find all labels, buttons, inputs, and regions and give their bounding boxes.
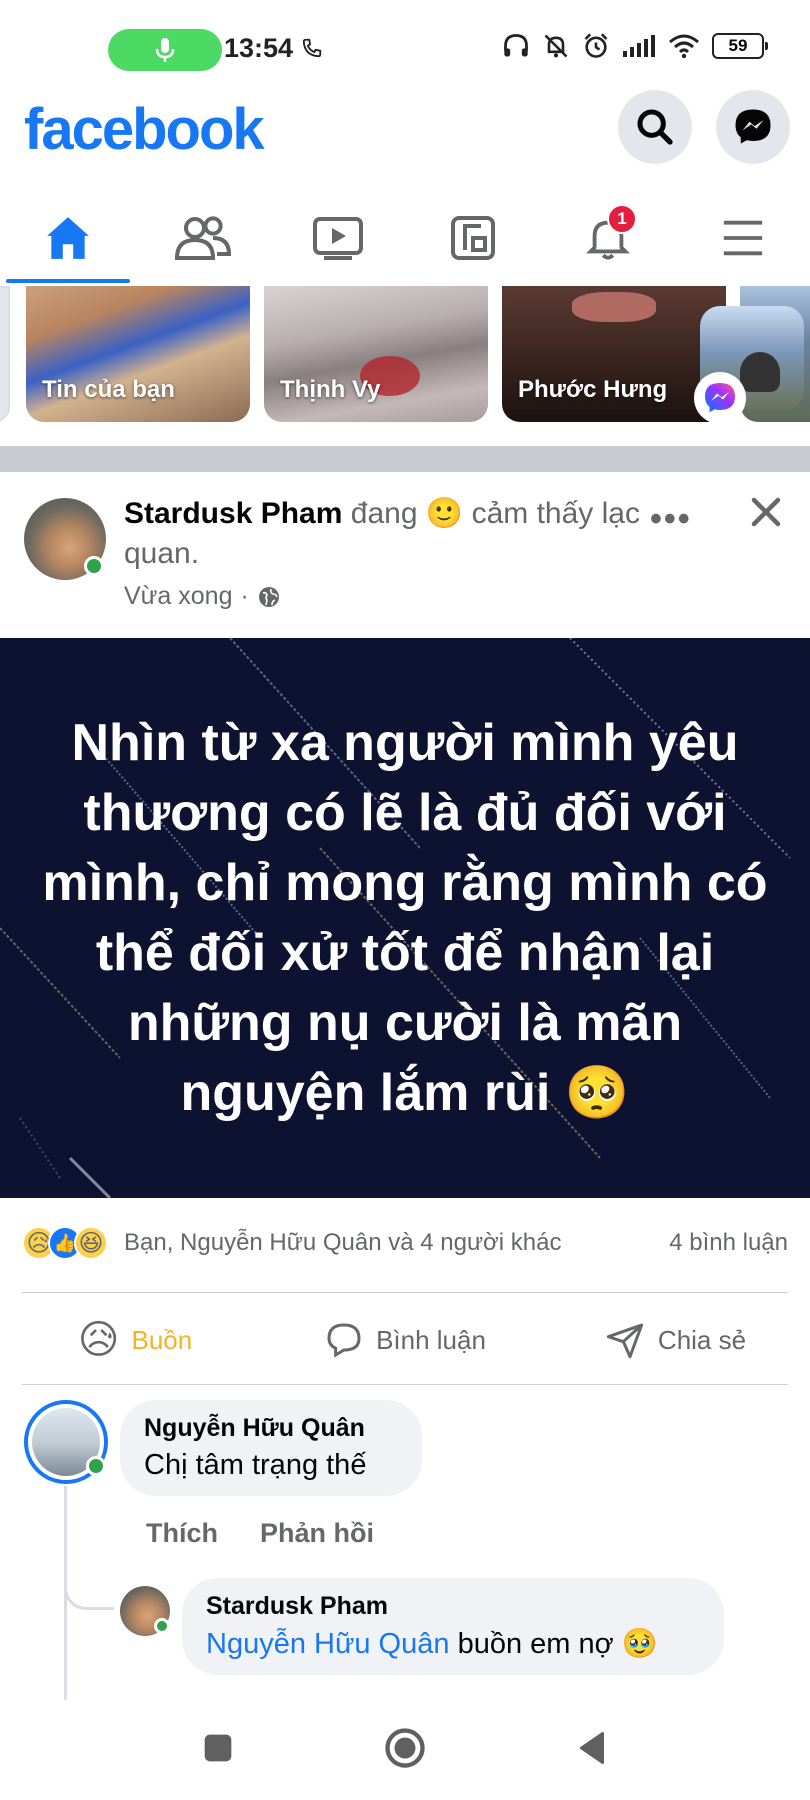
comment-button[interactable]: Bình luận: [270, 1320, 540, 1360]
back-triangle-icon: [580, 1731, 604, 1764]
post-timestamp[interactable]: Vừa xong: [124, 582, 232, 611]
search-icon: [637, 109, 673, 145]
reactions-summary[interactable]: 😥 👍 😆 Bạn, Nguyễn Hữu Quân và 4 người kh…: [22, 1226, 788, 1260]
story-card-own[interactable]: Tin của bạn: [26, 286, 250, 422]
pages-icon: [450, 216, 495, 260]
comment-actions: Thích Phản hồi: [146, 1518, 374, 1549]
sad-face-icon: 😥: [77, 1318, 120, 1362]
post-meta: Vừa xong ·: [124, 582, 281, 611]
reaction-button[interactable]: 😥 Buồn: [0, 1317, 270, 1363]
post-actions: 😥 Buồn Bình luận Chia sẻ: [0, 1300, 810, 1380]
thread-connector: [64, 1560, 114, 1610]
tab-home[interactable]: [0, 190, 135, 286]
messenger-icon: [735, 109, 771, 144]
share-icon: [606, 1323, 644, 1359]
status-bar: 13:54 59: [0, 0, 810, 96]
feeling-emoji: 🙂: [425, 497, 464, 530]
story-image-detail: [572, 292, 656, 322]
status-icons: 59: [502, 32, 768, 60]
hamburger-menu-icon: [723, 220, 762, 256]
reply-bubble[interactable]: Stardusk Pham Nguyễn Hữu Quân buồn em nợ…: [182, 1578, 724, 1675]
facebook-logo[interactable]: facebook: [24, 96, 265, 163]
post-header-text: Stardusk Pham đang 🙂 cảm thấy lạc quan.: [124, 497, 640, 570]
headphones-icon: [504, 34, 528, 57]
system-navigation-bar: [0, 1700, 810, 1800]
comment-icon: [327, 1323, 361, 1358]
alarm-icon: [584, 33, 608, 58]
circle-icon: [385, 1727, 425, 1768]
stories-tray: Tin của bạn Thịnh Vy Phước Hưng: [0, 286, 810, 446]
reaction-label: Buồn: [131, 1324, 193, 1355]
mention-link[interactable]: Nguyễn Hữu Quân: [206, 1628, 450, 1660]
tab-notifications[interactable]: 1: [540, 190, 675, 286]
comments-count[interactable]: 4 bình luận: [669, 1229, 788, 1257]
reply-comment-button[interactable]: Phản hồi: [260, 1518, 374, 1549]
hide-post-button[interactable]: [748, 494, 784, 535]
home-system-button[interactable]: [384, 1727, 426, 1774]
tab-watch[interactable]: [270, 190, 405, 286]
recent-apps-button[interactable]: [202, 1732, 234, 1769]
comment-author[interactable]: Nguyễn Hữu Quân: [144, 1414, 398, 1443]
microphone-icon: [155, 38, 175, 62]
clock: 13:54: [224, 33, 323, 64]
online-status-dot: [84, 556, 104, 576]
notification-badge: 1: [607, 204, 637, 234]
tab-friends[interactable]: [135, 190, 270, 286]
active-tab-indicator: [6, 279, 130, 283]
messenger-button[interactable]: [716, 90, 790, 164]
call-icon: [302, 38, 321, 58]
tab-menu[interactable]: [675, 190, 810, 286]
story-card-partial[interactable]: [0, 286, 10, 422]
friends-icon: [174, 216, 231, 260]
mute-bell-icon: [544, 34, 568, 58]
like-comment-button[interactable]: Thích: [146, 1518, 218, 1549]
feed-separator: [0, 446, 810, 472]
divider: [22, 1384, 788, 1385]
more-options-icon: •••: [650, 500, 692, 538]
share-button[interactable]: Chia sẻ: [540, 1320, 810, 1360]
post-author-name[interactable]: Stardusk Pham: [124, 497, 342, 530]
more-options-button[interactable]: •••: [650, 500, 692, 539]
comment-bubble[interactable]: Nguyễn Hữu Quân Chị tâm trạng thế: [120, 1400, 422, 1496]
signal-icon: [623, 35, 655, 57]
mic-recording-pill[interactable]: [108, 29, 222, 71]
story-card-thinh-vy[interactable]: Thịnh Vy: [264, 286, 488, 422]
search-button[interactable]: [618, 90, 692, 164]
back-button[interactable]: [576, 1730, 608, 1771]
messenger-story-badge[interactable]: [694, 372, 746, 424]
square-icon: [204, 1734, 232, 1761]
home-icon: [46, 217, 89, 259]
reply-author[interactable]: Stardusk Pham: [206, 1592, 700, 1621]
wifi-icon: [669, 34, 699, 59]
reactions-text: Bạn, Nguyễn Hữu Quân và 4 người khác: [124, 1229, 562, 1256]
share-label: Chia sẻ: [657, 1324, 747, 1355]
globe-icon: [258, 586, 279, 607]
online-status-dot: [86, 1456, 106, 1476]
post-body-text: Nhìn từ xa người mình yêu thương có lẽ l…: [42, 714, 768, 1122]
divider: [22, 1292, 788, 1293]
main-nav: 1: [0, 190, 810, 286]
story-card-phuoc-hung[interactable]: Phước Hưng: [502, 286, 726, 422]
reply-text: Nguyễn Hữu Quân buồn em nợ 🥹: [206, 1628, 658, 1660]
battery-indicator: 59: [712, 33, 768, 59]
messenger-icon: [705, 383, 735, 413]
tab-pages[interactable]: [405, 190, 540, 286]
comment-label: Bình luận: [376, 1324, 486, 1355]
watch-video-icon: [312, 217, 363, 260]
comment-text: Chị tâm trạng thế: [144, 1449, 367, 1481]
online-status-dot: [154, 1618, 170, 1634]
haha-reaction-icon: 😆: [74, 1226, 108, 1260]
close-icon: [751, 497, 781, 527]
